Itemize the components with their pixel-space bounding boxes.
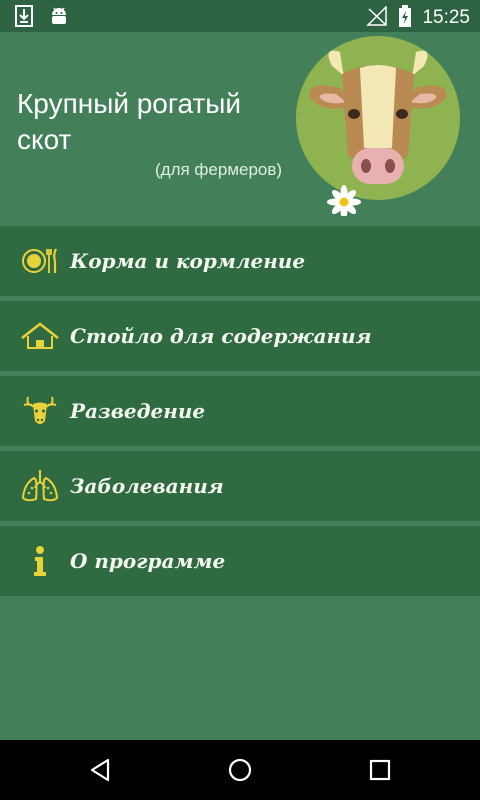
status-time: 15:25 bbox=[422, 7, 470, 28]
cow-head-icon bbox=[20, 391, 60, 431]
recents-icon[interactable] bbox=[366, 756, 394, 788]
download-icon bbox=[14, 5, 34, 31]
menu-item-feeding[interactable]: Корма и кормление bbox=[0, 226, 480, 296]
app-title: Крупный рогатый скот bbox=[17, 88, 242, 155]
cow-logo-icon bbox=[292, 36, 468, 220]
menu-item-about[interactable]: О программе bbox=[0, 526, 480, 596]
menu-item-breeding[interactable]: Разведение bbox=[0, 376, 480, 446]
menu-item-label: О программе bbox=[70, 549, 226, 573]
no-signal-icon bbox=[366, 5, 388, 30]
menu-item-label: Стойло для содержания bbox=[70, 324, 372, 348]
menu-item-diseases[interactable]: Заболевания bbox=[0, 451, 480, 521]
navigation-bar bbox=[0, 740, 480, 800]
app-subtitle: (для фермеров) bbox=[155, 160, 283, 179]
menu-item-label: Разведение bbox=[70, 399, 206, 423]
main-menu: Корма и кормление Стойло для содержания bbox=[0, 226, 480, 601]
home-icon[interactable] bbox=[226, 756, 254, 788]
house-icon bbox=[20, 316, 60, 356]
menu-item-stall[interactable]: Стойло для содержания bbox=[0, 301, 480, 371]
info-icon bbox=[20, 541, 60, 581]
plate-cutlery-icon bbox=[20, 241, 60, 281]
lungs-icon bbox=[20, 466, 60, 506]
menu-item-label: Заболевания bbox=[70, 474, 224, 498]
back-icon[interactable] bbox=[86, 756, 114, 788]
battery-charging-icon bbox=[398, 5, 412, 31]
android-debug-icon bbox=[48, 5, 70, 31]
menu-item-label: Корма и кормление bbox=[70, 249, 306, 273]
status-bar: 15:25 bbox=[0, 0, 480, 32]
app-header: Крупный рогатый скот (для фермеров) bbox=[0, 32, 480, 226]
